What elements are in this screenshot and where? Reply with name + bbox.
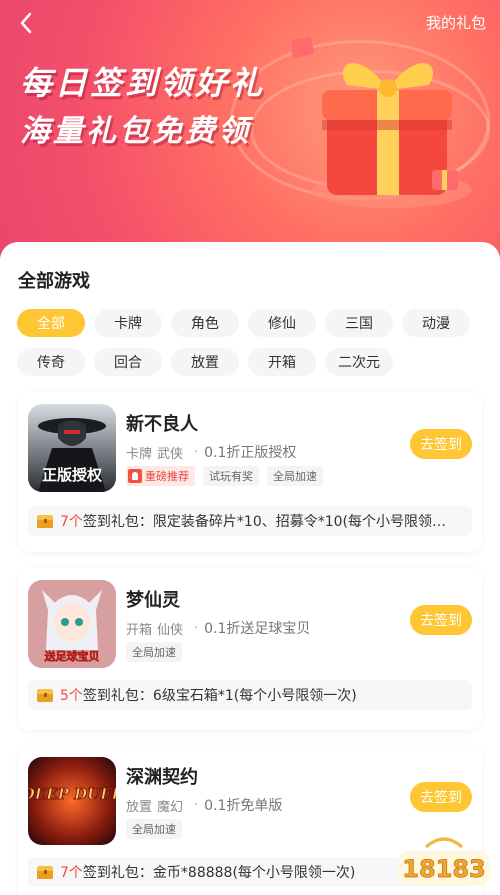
- game-icon: 送足球宝贝: [28, 580, 116, 668]
- game-title: 新不良人: [126, 414, 198, 435]
- game-tag: 魔幻: [157, 799, 184, 815]
- game-icon: 正版授权: [28, 404, 116, 492]
- back-icon[interactable]: [14, 8, 40, 38]
- banner-slogan-2: 海量礼包免费领: [20, 114, 251, 149]
- banner: 我的礼包 每日签到领好礼 海量礼包免费领: [0, 0, 500, 260]
- game-title: 梦仙灵: [126, 590, 180, 611]
- game-card[interactable]: 送足球宝贝 梦仙灵 开箱 仙侠 · 0.1折送足球宝贝 全局加速 去签到 5个 签…: [18, 568, 482, 730]
- treasure-chest-icon: [37, 515, 53, 528]
- banner-slogan-1: 每日签到领好礼: [20, 64, 266, 102]
- gift-content: 金币*88888(每个小号限领一次): [152, 865, 356, 881]
- category-chip-all[interactable]: 全部: [17, 309, 85, 337]
- category-chip-xiuxian[interactable]: 修仙: [248, 309, 316, 337]
- gift-label: 签到礼包：: [82, 514, 153, 530]
- badge-row: 全局加速: [126, 642, 190, 662]
- svg-text:送足球宝贝: 送足球宝贝: [44, 649, 100, 663]
- gift-label: 签到礼包：: [82, 688, 153, 704]
- game-description: 0.1折免单版: [204, 798, 283, 814]
- svg-text:18183: 18183: [402, 855, 486, 883]
- treasure-chest-icon: [37, 689, 53, 702]
- category-chip-card[interactable]: 卡牌: [94, 309, 162, 337]
- gift-content: 6级宝石箱*1(每个小号限领一次): [152, 688, 357, 704]
- category-chip-turn[interactable]: 回合: [94, 348, 162, 376]
- gift-count: 5个: [60, 688, 83, 704]
- category-chip-box[interactable]: 开箱: [248, 348, 316, 376]
- category-chip-role[interactable]: 角色: [171, 309, 239, 337]
- game-tag: 开箱: [126, 622, 153, 638]
- badge-row: 重磅推荐 试玩有奖 全局加速: [126, 466, 331, 486]
- game-tag: 放置: [126, 799, 153, 815]
- gift-row: 5个 签到礼包： 6级宝石箱*1(每个小号限领一次): [28, 680, 472, 710]
- sign-in-button[interactable]: 去签到: [410, 782, 472, 812]
- gift-count: 7个: [60, 865, 83, 881]
- game-meta: 卡牌 武侠 · 0.1折正版授权: [126, 442, 296, 462]
- featured-badge: 重磅推荐: [126, 466, 195, 486]
- treasure-chest-icon: [37, 866, 53, 879]
- svg-text:正版授权: 正版授权: [42, 466, 103, 484]
- game-icon: DEEP DUEL: [28, 757, 116, 845]
- game-tag: 仙侠: [157, 622, 184, 638]
- gift-count: 7个: [60, 514, 83, 530]
- featured-icon: [128, 469, 142, 483]
- trial-reward-badge: 试玩有奖: [203, 466, 259, 486]
- game-tag: 卡牌: [126, 446, 153, 462]
- sign-in-button[interactable]: 去签到: [410, 605, 472, 635]
- game-meta: 开箱 仙侠 · 0.1折送足球宝贝: [126, 618, 310, 638]
- game-title: 深渊契约: [126, 767, 198, 788]
- gift-row: 7个 签到礼包： 限定装备碎片*10、招募令*10(每个小号限领…: [28, 506, 472, 536]
- category-chip-sanguo[interactable]: 三国: [325, 309, 393, 337]
- sign-in-button[interactable]: 去签到: [410, 429, 472, 459]
- global-boost-badge: 全局加速: [126, 642, 182, 662]
- category-chip-idle[interactable]: 放置: [171, 348, 239, 376]
- global-boost-badge: 全局加速: [126, 819, 182, 839]
- gift-box-illustration: [292, 36, 472, 208]
- category-chip-anime[interactable]: 动漫: [402, 309, 470, 337]
- svg-text:DEEP DUEL: DEEP DUEL: [28, 785, 116, 803]
- gift-label: 签到礼包：: [82, 865, 153, 881]
- category-chip-legend[interactable]: 传奇: [17, 348, 85, 376]
- badge-row: 全局加速: [126, 819, 190, 839]
- category-chip-acg[interactable]: 二次元: [325, 348, 393, 376]
- game-description: 0.1折送足球宝贝: [204, 621, 311, 637]
- game-description: 0.1折正版授权: [204, 445, 297, 461]
- game-meta: 放置 魔幻 · 0.1折免单版: [126, 795, 282, 815]
- game-tag: 武侠: [157, 446, 184, 462]
- watermark-logo: 18183: [398, 837, 490, 885]
- global-boost-badge: 全局加速: [267, 466, 323, 486]
- section-title: 全部游戏: [18, 271, 90, 292]
- game-card[interactable]: 正版授权 新不良人 卡牌 武侠 · 0.1折正版授权 重磅推荐 试玩有奖 全局加速…: [18, 392, 482, 552]
- gift-content: 限定装备碎片*10、招募令*10(每个小号限领…: [152, 514, 447, 530]
